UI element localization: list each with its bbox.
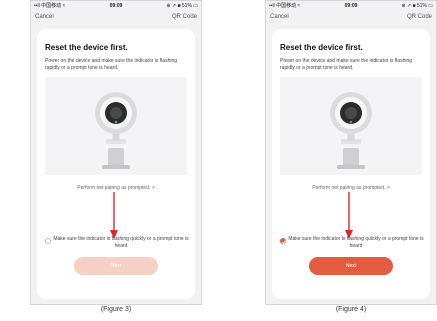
confirm-checkbox-label: Make sure the indicator is flashing quic… bbox=[53, 236, 189, 249]
confirm-checkbox-label: Make sure the indicator is flashing quic… bbox=[288, 236, 424, 249]
confirm-checkbox[interactable] bbox=[45, 238, 51, 244]
camera-icon bbox=[330, 92, 372, 169]
camera-icon bbox=[95, 92, 137, 169]
camera-illustration bbox=[280, 77, 422, 175]
status-bar: ••ll 中国移动 ≈ 09:09 ⊕ ↗ ■ 51% ▭ bbox=[266, 1, 436, 11]
camera-illustration bbox=[45, 77, 187, 175]
card-title: Reset the device first. bbox=[45, 43, 128, 52]
next-button[interactable]: Next bbox=[74, 257, 158, 275]
status-bar: ••ll 中国移动 ≈ 09:09 ⊕ ↗ ■ 51% ▭ bbox=[31, 1, 201, 11]
confirm-checkbox-checked[interactable] bbox=[280, 238, 286, 244]
red-arrow-annotation bbox=[345, 192, 353, 239]
phone-screen-figure-3: ••ll 中国移动 ≈ 09:09 ⊕ ↗ ■ 51% ▭ Cancel QR … bbox=[30, 0, 202, 305]
battery-status: ⊕ ↗ ■ 51% ▭ bbox=[166, 3, 198, 9]
card-description: Power on the device and make sure the in… bbox=[280, 58, 413, 71]
card-title: Reset the device first. bbox=[280, 43, 363, 52]
net-pairing-link[interactable]: Perform net pairing as prompted. > bbox=[37, 185, 195, 191]
nav-bar: Cancel QR Code bbox=[266, 11, 436, 23]
reset-card: Reset the device first. Power on the dev… bbox=[37, 29, 195, 299]
cancel-button[interactable]: Cancel bbox=[270, 11, 289, 23]
figure-caption: (Figure 3) bbox=[100, 306, 132, 313]
indicator-confirm-row[interactable]: Make sure the indicator is flashing quic… bbox=[45, 236, 189, 250]
next-button[interactable]: Next bbox=[309, 257, 393, 275]
figure-caption: (Figure 4) bbox=[335, 306, 367, 313]
net-pairing-link[interactable]: Perform net pairing as prompted. > bbox=[272, 185, 430, 191]
reset-card: Reset the device first. Power on the dev… bbox=[272, 29, 430, 299]
indicator-confirm-row[interactable]: Make sure the indicator is flashing quic… bbox=[280, 236, 424, 250]
cancel-button[interactable]: Cancel bbox=[35, 11, 54, 23]
qr-code-button[interactable]: QR Code bbox=[407, 11, 432, 23]
nav-bar: Cancel QR Code bbox=[31, 11, 201, 23]
red-arrow-annotation bbox=[110, 192, 118, 239]
battery-status: ⊕ ↗ ■ 51% ▭ bbox=[401, 3, 433, 9]
card-description: Power on the device and make sure the in… bbox=[45, 58, 178, 71]
phone-screen-figure-4: ••ll 中国移动 ≈ 09:09 ⊕ ↗ ■ 51% ▭ Cancel QR … bbox=[265, 0, 437, 305]
qr-code-button[interactable]: QR Code bbox=[172, 11, 197, 23]
